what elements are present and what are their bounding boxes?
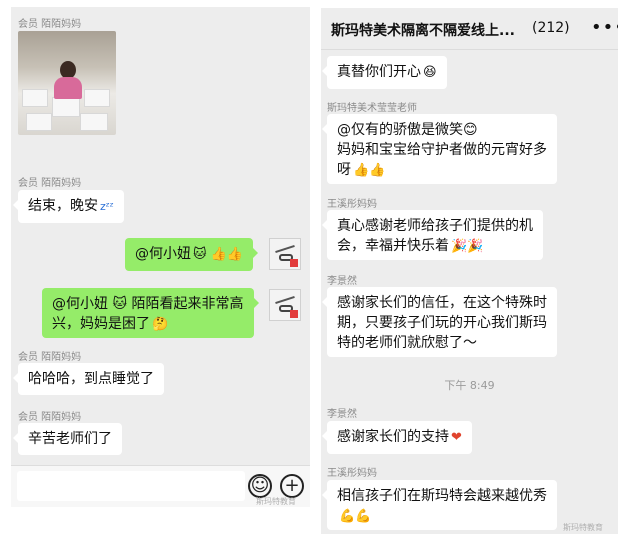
message-text-line: 兴，妈妈是困了 [52, 316, 150, 332]
photo-paper [80, 113, 108, 131]
group-title[interactable]: 斯玛特美术隔离不隔爱线上... [331, 20, 515, 40]
message-text-line: @仅有的骄傲是微笑😊 [337, 122, 478, 138]
sender-name: 斯玛特美术莹莹老师 [327, 103, 417, 114]
heart-emoji: ❤ [451, 430, 462, 445]
message-text: @何小妞 [135, 246, 191, 262]
my-message-bubble[interactable]: @何小妞 🐱 👍👍 [125, 238, 259, 271]
message-text: 辛苦老师们了 [28, 431, 112, 447]
sender-name: 会员 陌陌妈妈 [18, 352, 82, 363]
message-input[interactable] [17, 471, 245, 501]
sender-name: 会员 陌陌妈妈 [18, 178, 82, 189]
thumbs-up-emoji: 👍👍 [353, 163, 386, 178]
left-chat-panel: 会员 陌陌妈妈 会员 陌陌妈妈 结束，晚安 zᶻᶻ @何小妞 🐱 👍👍 @何小妞 🐱… [11, 7, 310, 507]
party-emoji: 🎉🎉 [451, 239, 484, 254]
input-bar: ☺ + 斯玛特教育 [11, 465, 310, 507]
muscle-emoji: 💪💪 [339, 509, 372, 524]
photo-paper [84, 89, 110, 107]
message-text: 哈哈哈，到点睡觉了 [28, 371, 154, 387]
message-bubble[interactable]: 相信孩子们在斯玛特会越来越优秀 💪💪 [322, 480, 557, 530]
message-text-line: 感谢家长们的信任，在这个特殊时 [337, 295, 547, 311]
right-chat-panel: 真替你们开心 😆 斯玛特美术莹莹老师 @仅有的骄傲是微笑😊 妈妈和宝宝给守护者做的… [321, 8, 618, 534]
message-text-line: 呀 [337, 162, 351, 178]
member-count: (212) [532, 20, 570, 36]
photo-message[interactable] [18, 31, 116, 135]
time-divider: 下午 8:49 [444, 379, 495, 392]
cat-thumbs-emoji: 🐱 👍👍 [193, 247, 244, 262]
message-text-line: 真心感谢老师给孩子们提供的机 [337, 218, 533, 234]
message-text-line: 会，幸福并快乐着 [337, 238, 449, 254]
watermark: 斯玛特教育 [256, 497, 296, 506]
message-text-line: 妈妈和宝宝给守护者做的元宵好多 [337, 142, 547, 158]
message-text-line: 期，只要孩子们玩的开心我们斯玛 [337, 315, 547, 331]
message-text-line: @何小妞 🐱 陌陌看起来非常高 [52, 296, 244, 312]
photo-paper [22, 89, 48, 107]
sender-name: 会员 陌陌妈妈 [18, 19, 82, 30]
watermark: 斯玛特教育 [563, 523, 603, 532]
message-bubble[interactable]: 感谢家长们的支持 ❤ [322, 421, 472, 454]
my-message-bubble[interactable]: @何小妞 🐱 陌陌看起来非常高 兴，妈妈是困了 🤔 [42, 288, 258, 338]
emoji-icon[interactable]: ☺ [248, 474, 272, 498]
sender-name: 会员 陌陌妈妈 [18, 412, 82, 423]
message-bubble[interactable]: 结束，晚安 zᶻᶻ [13, 190, 124, 223]
thinking-emoji: 🤔 [152, 317, 169, 332]
message-bubble[interactable]: 辛苦老师们了 [13, 423, 122, 455]
message-text: 相信孩子们在斯玛特会越来越优秀 [337, 488, 547, 504]
message-text: 真替你们开心 [337, 64, 421, 80]
my-avatar[interactable] [269, 238, 301, 270]
chat-header: 斯玛特美术隔离不隔爱线上... (212) ••• [321, 8, 618, 50]
sender-name: 李景然 [327, 409, 357, 420]
my-avatar[interactable] [269, 289, 301, 321]
message-bubble[interactable]: @仅有的骄傲是微笑😊 妈妈和宝宝给守护者做的元宵好多 呀 👍👍 [322, 114, 557, 184]
message-bubble[interactable]: 真替你们开心 😆 [322, 56, 447, 89]
message-text: 结束，晚安 [28, 198, 98, 214]
more-icon[interactable]: ••• [591, 19, 618, 37]
sleep-emoji: zᶻᶻ [100, 200, 114, 213]
photo-paper [26, 113, 52, 131]
sender-name: 王溪彤妈妈 [327, 199, 377, 210]
message-bubble[interactable]: 哈哈哈，到点睡觉了 [13, 363, 164, 395]
sender-name: 李景然 [327, 276, 357, 287]
message-text-line: 特的老师们就欣慰了～ [337, 335, 477, 351]
laughing-emoji: 😆 [423, 65, 437, 80]
plus-icon[interactable]: + [280, 474, 304, 498]
message-bubble[interactable]: 感谢家长们的信任，在这个特殊时 期，只要孩子们玩的开心我们斯玛 特的老师们就欣慰… [322, 287, 557, 357]
photo-paper [52, 97, 80, 117]
message-bubble[interactable]: 真心感谢老师给孩子们提供的机 会，幸福并快乐着 🎉🎉 [322, 210, 543, 260]
photo-child-body [54, 77, 82, 99]
sender-name: 王溪彤妈妈 [327, 468, 377, 479]
message-text: 感谢家长们的支持 [337, 429, 449, 445]
